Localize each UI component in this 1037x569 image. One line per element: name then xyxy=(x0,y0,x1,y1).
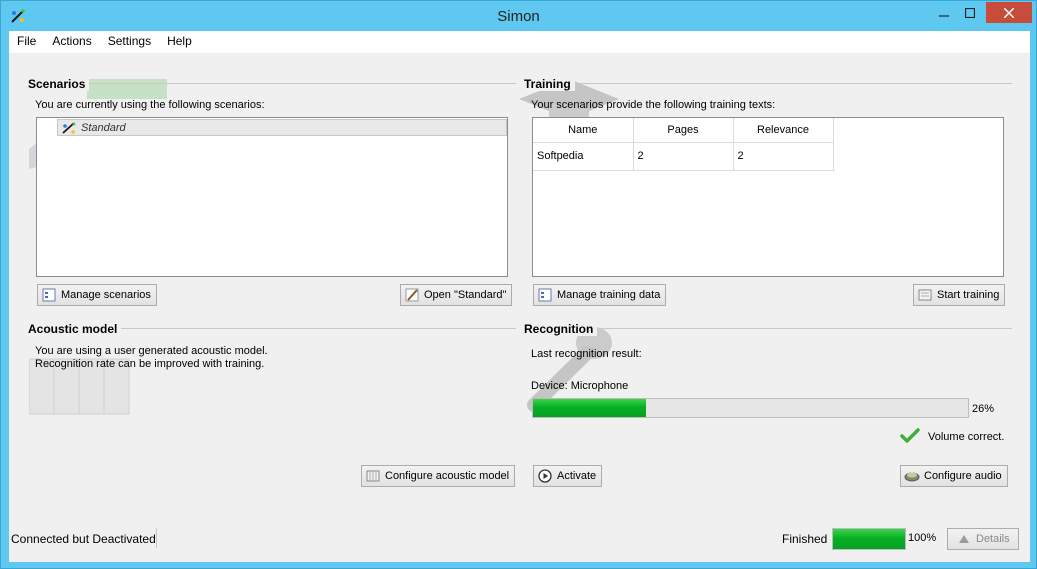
minimize-button[interactable] xyxy=(932,2,956,23)
recognition-title: Recognition xyxy=(524,322,598,336)
training-divider xyxy=(524,83,1012,84)
start-training-button[interactable]: Start training xyxy=(913,284,1006,306)
configure-audio-button[interactable]: Configure audio xyxy=(900,465,1008,487)
scenarios-title: Scenarios xyxy=(28,77,90,91)
volume-level-label: 26% xyxy=(972,403,995,415)
triangle-up-icon xyxy=(956,531,972,547)
open-scenario-button[interactable]: Open "Standard" xyxy=(400,284,513,306)
scenarios-divider xyxy=(28,83,516,84)
menu-file[interactable]: File xyxy=(9,31,44,53)
task-progress-bar xyxy=(832,528,906,550)
connection-status: Connected but Deactivated xyxy=(11,532,156,546)
maximize-button[interactable] xyxy=(958,2,982,23)
cell-pages: 2 xyxy=(633,142,734,171)
volume-status: Volume correct. xyxy=(928,431,1005,443)
maximize-icon xyxy=(965,7,975,18)
close-button[interactable] xyxy=(986,2,1032,23)
manage-training-data-button[interactable]: Manage training data xyxy=(533,284,667,306)
menu-settings[interactable]: Settings xyxy=(100,31,159,53)
acoustic-line-1: You are using a user generated acoustic … xyxy=(35,345,268,357)
edit-icon xyxy=(404,287,420,303)
cell-name: Softpedia xyxy=(533,142,634,171)
menu-help[interactable]: Help xyxy=(159,31,200,53)
acoustic-line-2: Recognition rate can be improved with tr… xyxy=(35,358,265,370)
task-status: Finished xyxy=(782,532,828,546)
details-button[interactable]: Details xyxy=(947,528,1019,550)
start-training-label: Start training xyxy=(937,289,1000,301)
volume-level-fill xyxy=(533,399,647,417)
acoustic-model-icon xyxy=(365,468,381,484)
training-icon xyxy=(917,287,933,303)
statusbar-separator xyxy=(156,528,157,548)
manage-training-data-label: Manage training data xyxy=(557,289,661,301)
device-label: Device: Microphone xyxy=(531,380,629,392)
table-row[interactable]: Softpedia 2 2 xyxy=(533,142,834,171)
play-icon xyxy=(537,468,553,484)
activate-button[interactable]: Activate xyxy=(533,465,603,487)
task-progress-label: 100% xyxy=(908,532,937,544)
details-label: Details xyxy=(976,533,1010,545)
checkmark-icon xyxy=(900,428,920,447)
scenarios-list[interactable]: Standard xyxy=(36,117,508,277)
close-icon xyxy=(1004,7,1014,18)
main-window: Simon File Actions Settings Help Scenari… xyxy=(0,0,1037,569)
titlebar[interactable]: Simon xyxy=(1,1,1036,31)
audio-device-icon xyxy=(904,468,920,484)
manage-scenarios-label: Manage scenarios xyxy=(61,289,151,301)
column-header-pages[interactable]: Pages xyxy=(633,118,734,143)
cell-relevance: 2 xyxy=(733,142,834,171)
menubar: File Actions Settings Help xyxy=(9,31,1030,53)
configure-audio-label: Configure audio xyxy=(924,470,1002,482)
manage-icon xyxy=(41,287,57,303)
manage-icon xyxy=(537,287,553,303)
column-header-name[interactable]: Name xyxy=(533,118,634,143)
minimize-icon xyxy=(939,14,949,17)
column-header-relevance[interactable]: Relevance xyxy=(733,118,834,143)
configure-acoustic-model-label: Configure acoustic model xyxy=(385,470,510,482)
open-scenario-label: Open "Standard" xyxy=(424,289,507,301)
training-table[interactable]: Name Pages Relevance Softpedia 2 2 xyxy=(532,117,1004,277)
scenarios-description: You are currently using the following sc… xyxy=(35,99,265,111)
volume-level-bar xyxy=(532,398,969,418)
scenario-icon xyxy=(61,121,77,135)
training-grid: Name Pages Relevance Softpedia 2 2 xyxy=(533,118,834,171)
activate-label: Activate xyxy=(557,470,597,482)
manage-scenarios-button[interactable]: Manage scenarios xyxy=(37,284,157,306)
training-description: Your scenarios provide the following tra… xyxy=(531,99,776,111)
last-recognition-result-label: Last recognition result: xyxy=(531,348,642,360)
client-area: File Actions Settings Help Scenarios You… xyxy=(9,31,1030,562)
configure-acoustic-model-button[interactable]: Configure acoustic model xyxy=(361,465,516,487)
training-title: Training xyxy=(524,77,575,91)
scenario-name: Standard xyxy=(81,121,126,134)
window-title: Simon xyxy=(497,8,540,25)
menu-actions[interactable]: Actions xyxy=(44,31,99,53)
task-progress-fill xyxy=(833,529,905,549)
list-item[interactable]: Standard xyxy=(57,119,507,136)
acoustic-title: Acoustic model xyxy=(28,322,122,336)
